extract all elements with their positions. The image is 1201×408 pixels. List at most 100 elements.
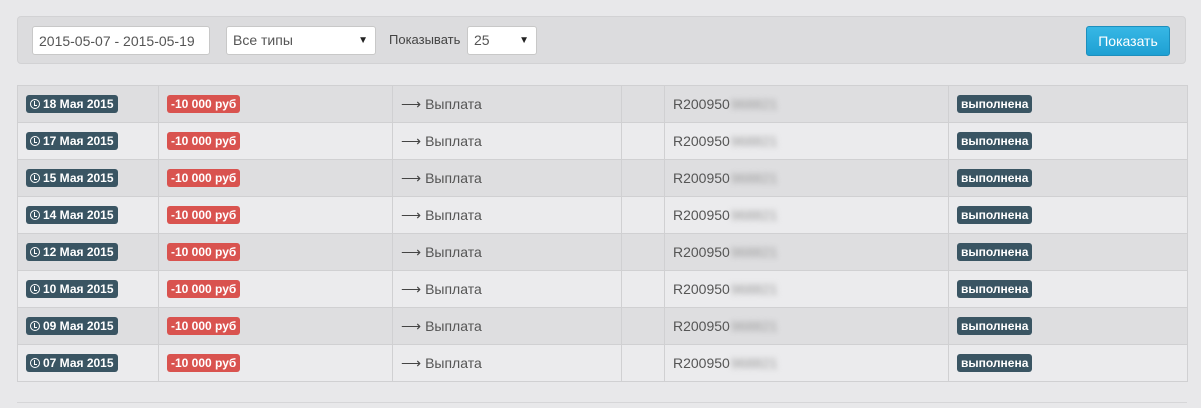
amount-badge: -10 000 руб <box>167 132 241 150</box>
account-cell: R200950968821 <box>664 196 949 234</box>
date-cell: 10 Мая 2015 <box>17 270 159 308</box>
date-cell: 14 Мая 2015 <box>17 196 159 234</box>
type-cell: ⟶ Выплата <box>392 307 622 345</box>
date-text: 18 Мая 2015 <box>43 97 114 111</box>
operation-type-select[interactable]: Все типы ▼ <box>226 26 376 55</box>
account-text: R200950 <box>673 207 730 223</box>
arrow-right-icon: ⟶ <box>401 280 422 297</box>
page-size-value: 25 <box>474 32 490 48</box>
caret-down-icon: ▼ <box>519 35 529 46</box>
account-text: R200950 <box>673 96 730 112</box>
operations-table: 18 Мая 2015 -10 000 руб ⟶ Выплата R200950… <box>17 85 1188 382</box>
amount-cell: -10 000 руб <box>158 159 393 197</box>
date-badge: 15 Мая 2015 <box>26 169 118 187</box>
amount-cell: -10 000 руб <box>158 344 393 382</box>
account-hidden-text: 968821 <box>730 281 778 297</box>
empty-cell <box>621 196 665 234</box>
type-cell: ⟶ Выплата <box>392 196 622 234</box>
clock-icon <box>30 99 40 109</box>
account-hidden-text: 968821 <box>730 318 778 334</box>
table-row: 10 Мая 2015 -10 000 руб ⟶ Выплата R200950… <box>17 270 1188 308</box>
clock-icon <box>30 284 40 294</box>
operation-type-value: Все типы <box>233 32 293 48</box>
status-badge: выполнена <box>957 317 1033 335</box>
date-badge: 14 Мая 2015 <box>26 206 118 224</box>
account-hidden-text: 968821 <box>730 244 778 260</box>
table-row: 14 Мая 2015 -10 000 руб ⟶ Выплата R200950… <box>17 196 1188 234</box>
empty-cell <box>621 233 665 271</box>
account-text: R200950 <box>673 133 730 149</box>
arrow-right-icon: ⟶ <box>401 317 422 334</box>
amount-cell: -10 000 руб <box>158 307 393 345</box>
status-cell: выполнена <box>948 270 1188 308</box>
arrow-right-icon: ⟶ <box>401 354 422 371</box>
account-cell: R200950968821 <box>664 122 949 160</box>
status-badge: выполнена <box>957 95 1033 113</box>
date-range-input[interactable] <box>32 26 210 55</box>
empty-cell <box>621 85 665 123</box>
type-text: Выплата <box>425 206 482 223</box>
show-button[interactable]: Показать <box>1086 26 1170 56</box>
date-text: 10 Мая 2015 <box>43 282 114 296</box>
table-row: 12 Мая 2015 -10 000 руб ⟶ Выплата R200950… <box>17 233 1188 271</box>
table-row: 18 Мая 2015 -10 000 руб ⟶ Выплата R200950… <box>17 85 1188 123</box>
account-hidden-text: 968821 <box>730 355 778 371</box>
type-text: Выплата <box>425 169 482 186</box>
amount-cell: -10 000 руб <box>158 233 393 271</box>
account-text: R200950 <box>673 170 730 186</box>
account-text: R200950 <box>673 318 730 334</box>
status-cell: выполнена <box>948 85 1188 123</box>
arrow-right-icon: ⟶ <box>401 243 422 260</box>
table-row: 15 Мая 2015 -10 000 руб ⟶ Выплата R200950… <box>17 159 1188 197</box>
status-cell: выполнена <box>948 159 1188 197</box>
amount-badge: -10 000 руб <box>167 169 241 187</box>
type-cell: ⟶ Выплата <box>392 270 622 308</box>
clock-icon <box>30 247 40 257</box>
status-badge: выполнена <box>957 354 1033 372</box>
amount-badge: -10 000 руб <box>167 280 241 298</box>
amount-badge: -10 000 руб <box>167 317 241 335</box>
amount-cell: -10 000 руб <box>158 85 393 123</box>
date-cell: 07 Мая 2015 <box>17 344 159 382</box>
caret-down-icon: ▼ <box>358 35 368 46</box>
status-cell: выполнена <box>948 122 1188 160</box>
type-text: Выплата <box>425 243 482 260</box>
date-text: 14 Мая 2015 <box>43 208 114 222</box>
date-badge: 12 Мая 2015 <box>26 243 118 261</box>
arrow-right-icon: ⟶ <box>401 132 422 149</box>
status-badge: выполнена <box>957 169 1033 187</box>
status-badge: выполнена <box>957 206 1033 224</box>
type-text: Выплата <box>425 132 482 149</box>
type-cell: ⟶ Выплата <box>392 233 622 271</box>
amount-cell: -10 000 руб <box>158 122 393 160</box>
date-cell: 09 Мая 2015 <box>17 307 159 345</box>
status-badge: выполнена <box>957 280 1033 298</box>
amount-badge: -10 000 руб <box>167 243 241 261</box>
status-badge: выполнена <box>957 243 1033 261</box>
clock-icon <box>30 136 40 146</box>
status-badge: выполнена <box>957 132 1033 150</box>
empty-cell <box>621 122 665 160</box>
divider <box>17 402 1187 403</box>
type-text: Выплата <box>425 317 482 334</box>
account-cell: R200950968821 <box>664 233 949 271</box>
page-size-select[interactable]: 25 ▼ <box>467 26 537 55</box>
empty-cell <box>621 344 665 382</box>
arrow-right-icon: ⟶ <box>401 206 422 223</box>
account-text: R200950 <box>673 355 730 371</box>
empty-cell <box>621 307 665 345</box>
date-cell: 15 Мая 2015 <box>17 159 159 197</box>
date-badge: 07 Мая 2015 <box>26 354 118 372</box>
clock-icon <box>30 210 40 220</box>
amount-cell: -10 000 руб <box>158 196 393 234</box>
arrow-right-icon: ⟶ <box>401 169 422 186</box>
date-cell: 18 Мая 2015 <box>17 85 159 123</box>
account-hidden-text: 968821 <box>730 170 778 186</box>
status-cell: выполнена <box>948 307 1188 345</box>
date-badge: 17 Мая 2015 <box>26 132 118 150</box>
clock-icon <box>30 321 40 331</box>
date-text: 09 Мая 2015 <box>43 319 114 333</box>
date-text: 12 Мая 2015 <box>43 245 114 259</box>
date-text: 15 Мая 2015 <box>43 171 114 185</box>
filter-panel: Все типы ▼ Показывать 25 ▼ Показать <box>17 16 1186 64</box>
